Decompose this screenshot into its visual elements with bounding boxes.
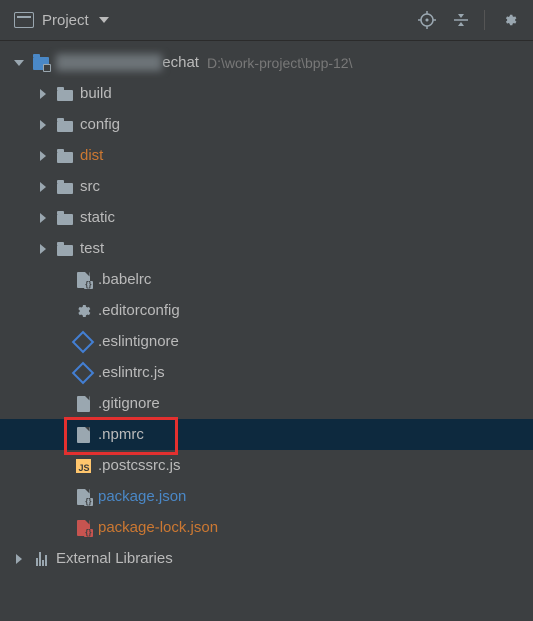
file-label: .npmrc — [98, 426, 144, 443]
tree-folder-test[interactable]: test — [0, 233, 533, 264]
tree-file--gitignore[interactable]: .gitignore — [0, 388, 533, 419]
folder-label: config — [80, 116, 120, 133]
project-header: Project — [0, 0, 533, 41]
tree-file--editorconfig[interactable]: .editorconfig — [0, 295, 533, 326]
tree-file-package-lock-json[interactable]: {} package-lock.json — [0, 512, 533, 543]
tree-file--postcssrc-js[interactable]: JS .postcssrc.js — [0, 450, 533, 481]
file-config-icon: {} — [77, 272, 90, 288]
file-label: .eslintignore — [98, 333, 179, 350]
tree-folder-src[interactable]: src — [0, 171, 533, 202]
project-tree[interactable]: ██████████echat D:\work-project\bpp-12\ bu… — [0, 41, 533, 574]
tree-file-package-json[interactable]: {} package.json — [0, 481, 533, 512]
expand-arrow[interactable] — [38, 120, 48, 130]
folder-icon — [57, 152, 73, 163]
crosshair-icon — [418, 11, 436, 29]
project-title: Project — [42, 12, 89, 29]
tree-file--eslintignore[interactable]: .eslintignore — [0, 326, 533, 357]
expand-arrow[interactable] — [38, 89, 48, 99]
file-icon — [77, 427, 90, 443]
tree-file--eslintrc-js[interactable]: .eslintrc.js — [0, 357, 533, 388]
file-icon — [77, 396, 90, 412]
external-label: External Libraries — [56, 550, 173, 567]
chevron-down-icon — [99, 17, 109, 23]
libraries-icon — [36, 552, 47, 566]
folder-icon — [57, 245, 73, 256]
tree-file--babelrc[interactable]: {} .babelrc — [0, 264, 533, 295]
collapse-all-button[interactable] — [448, 7, 474, 33]
file-label: .eslintrc.js — [98, 364, 165, 381]
expand-arrow[interactable] — [14, 60, 24, 66]
expand-arrow[interactable] — [38, 151, 48, 161]
locate-button[interactable] — [414, 7, 440, 33]
file-label: .babelrc — [98, 271, 151, 288]
project-icon — [14, 12, 34, 28]
expand-arrow[interactable] — [38, 182, 48, 192]
gear-icon — [75, 303, 91, 319]
root-path: D:\work-project\bpp-12\ — [207, 55, 353, 71]
eslint-icon — [72, 361, 95, 384]
tree-external-libraries[interactable]: External Libraries — [0, 543, 533, 574]
root-label: ██████████echat — [56, 54, 199, 71]
folder-icon — [57, 121, 73, 132]
file-label: package.json — [98, 488, 186, 505]
divider — [484, 10, 485, 30]
eslint-icon — [72, 330, 95, 353]
expand-arrow[interactable] — [14, 554, 24, 564]
tree-folder-dist[interactable]: dist — [0, 140, 533, 171]
folder-label: test — [80, 240, 104, 257]
folder-icon — [57, 214, 73, 225]
folder-label: src — [80, 178, 100, 195]
tree-file--npmrc[interactable]: .npmrc — [0, 419, 533, 450]
tree-root[interactable]: ██████████echat D:\work-project\bpp-12\ — [0, 47, 533, 78]
file-config-icon: {} — [77, 520, 90, 536]
file-label: .gitignore — [98, 395, 160, 412]
file-label: package-lock.json — [98, 519, 218, 536]
js-icon: JS — [76, 459, 91, 473]
file-label: .editorconfig — [98, 302, 180, 319]
file-label: .postcssrc.js — [98, 457, 181, 474]
project-view-selector[interactable]: Project — [14, 12, 109, 29]
expand-arrow[interactable] — [38, 244, 48, 254]
folder-label: build — [80, 85, 112, 102]
expand-arrow[interactable] — [38, 213, 48, 223]
module-icon — [33, 57, 49, 70]
file-config-icon: {} — [77, 489, 90, 505]
folder-label: dist — [80, 147, 103, 164]
folder-icon — [57, 90, 73, 101]
tree-folder-build[interactable]: build — [0, 78, 533, 109]
gear-icon — [503, 13, 517, 27]
folder-label: static — [80, 209, 115, 226]
tree-folder-config[interactable]: config — [0, 109, 533, 140]
folder-icon — [57, 183, 73, 194]
project-tool-window: Project ██████████echat D:\work-project\b… — [0, 0, 533, 621]
collapse-icon — [452, 11, 470, 29]
tree-folder-static[interactable]: static — [0, 202, 533, 233]
settings-button[interactable] — [497, 7, 523, 33]
